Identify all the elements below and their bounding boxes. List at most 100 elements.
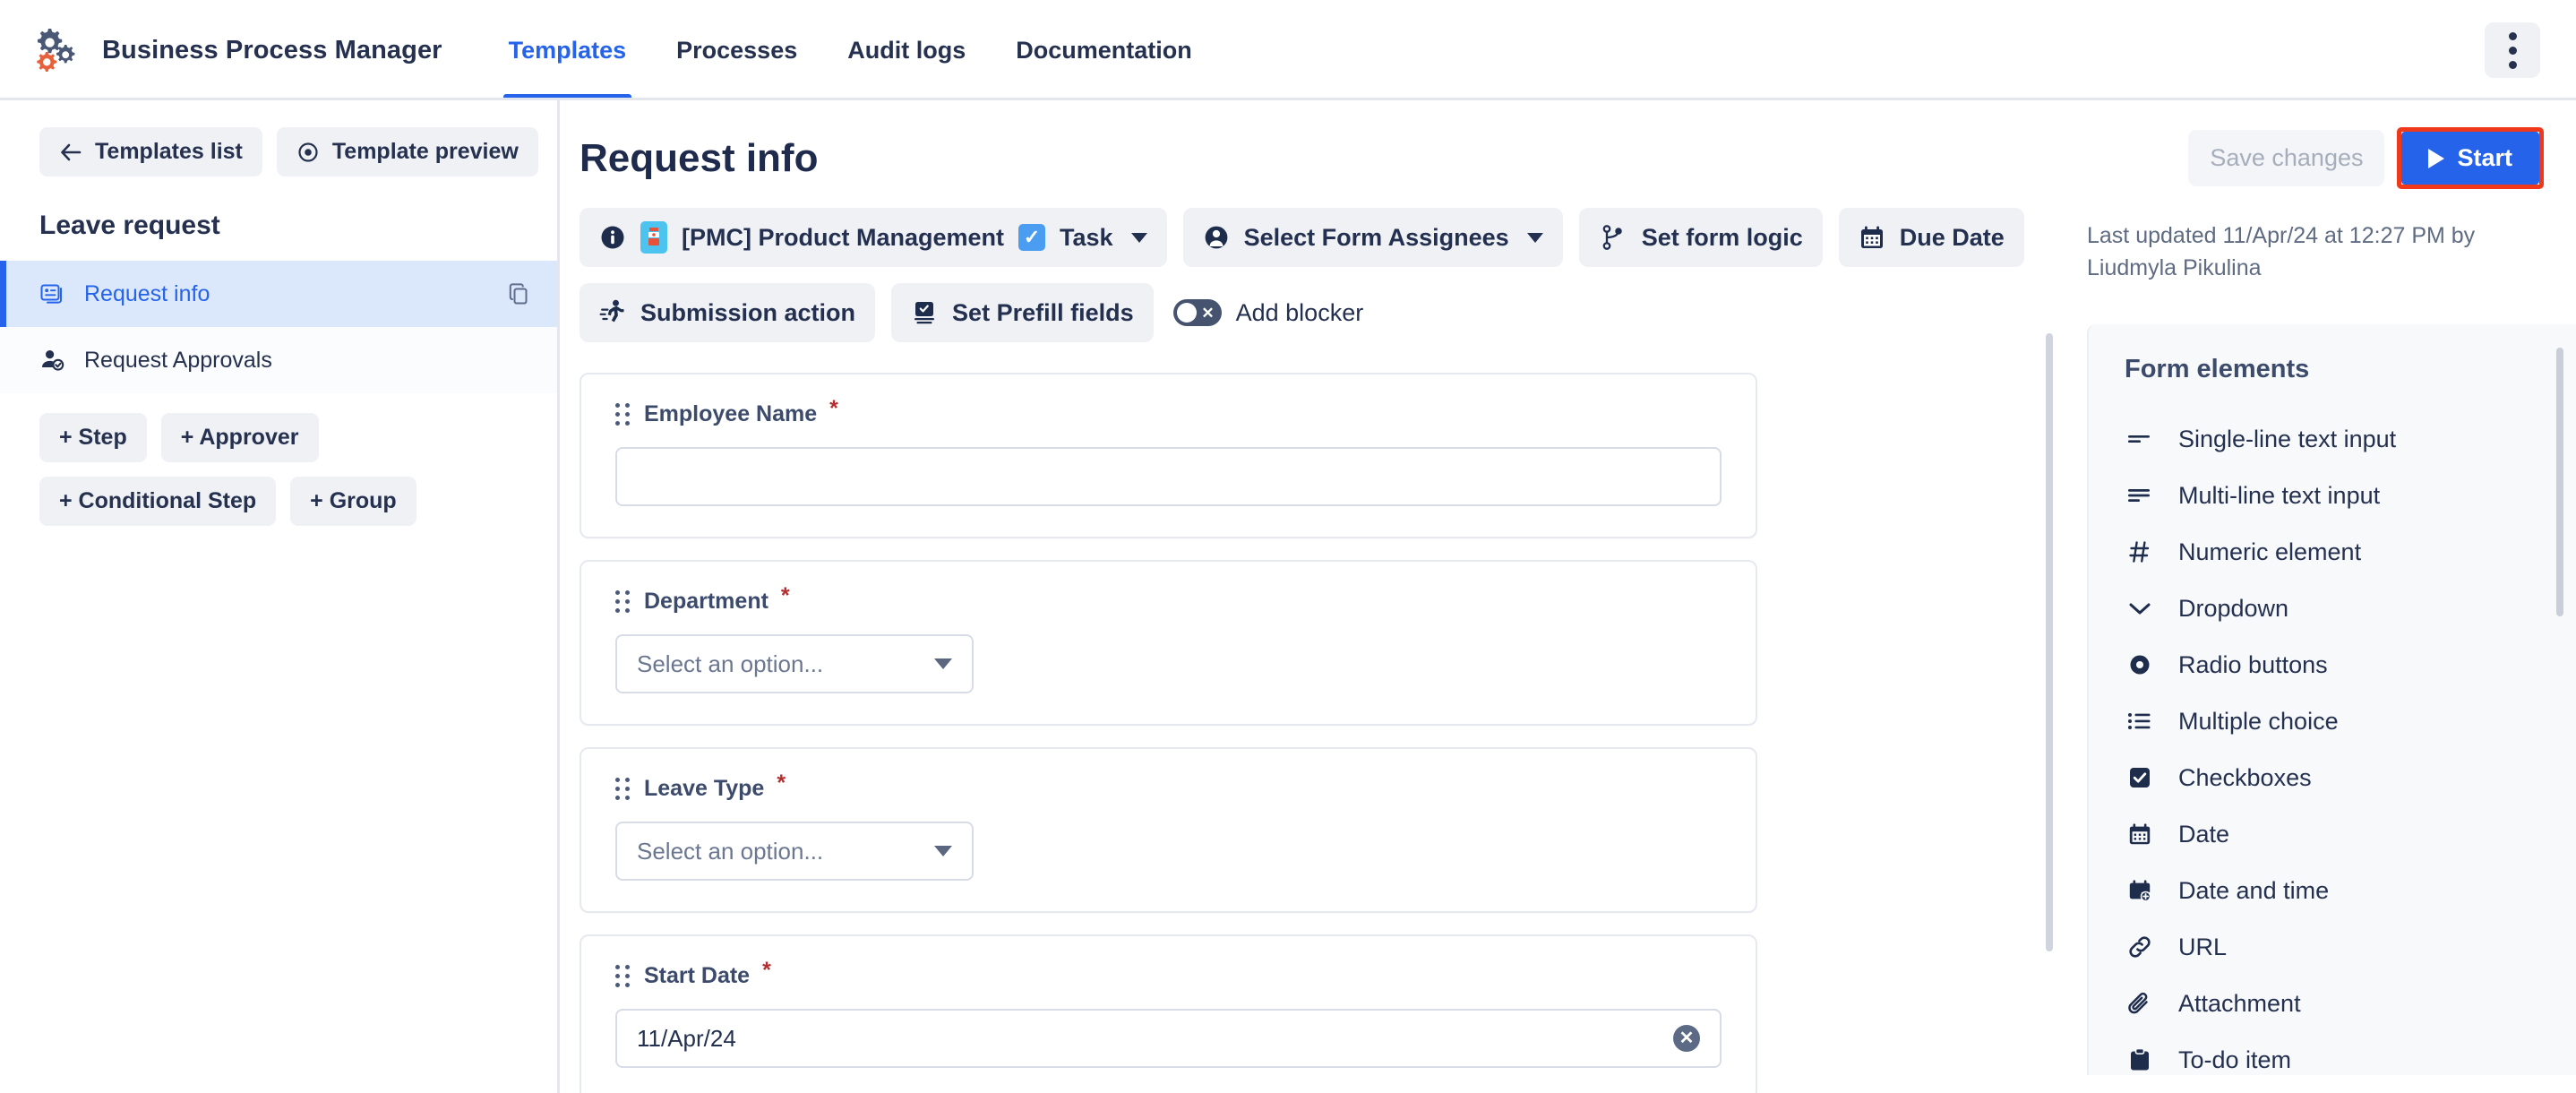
add-blocker-label: Add blocker: [1236, 299, 1364, 327]
start-date-input[interactable]: 11/Apr/24 ✕: [615, 1009, 1722, 1068]
toggle-knob: [1177, 303, 1197, 323]
form-logic-chip[interactable]: Set form logic: [1579, 208, 1823, 267]
templates-list-button[interactable]: Templates list: [39, 127, 262, 176]
form-element-to-do-item[interactable]: To-do item: [2125, 1032, 2576, 1089]
form-logic-label: Set form logic: [1642, 224, 1803, 252]
copy-icon[interactable]: [507, 281, 532, 306]
task-type-icon: ✓: [1018, 224, 1045, 251]
info-icon[interactable]: [599, 224, 626, 251]
hash-icon: [2125, 540, 2155, 564]
drag-handle-icon[interactable]: [615, 965, 630, 987]
form-assignees-label: Select Form Assignees: [1244, 224, 1509, 252]
field-label-row: Department*: [615, 589, 1722, 615]
add-group-button[interactable]: + Group: [290, 477, 416, 526]
play-icon: [2428, 149, 2444, 168]
chevron-down-icon: [934, 658, 952, 669]
field-label-row: Start Date*: [615, 963, 1722, 989]
add-step-button[interactable]: + Step: [39, 413, 147, 462]
required-asterisk: *: [781, 583, 790, 609]
form-element-single-line-text-input[interactable]: Single-line text input: [2125, 411, 2576, 468]
form-field-department: Department* Select an option...: [580, 560, 1757, 726]
field-label: Leave Type: [644, 776, 764, 802]
brand-title: Business Process Manager: [102, 36, 442, 65]
start-button[interactable]: Start: [2401, 132, 2539, 185]
form-field-leave-type: Leave Type* Select an option...: [580, 747, 1757, 913]
chevron-down-icon[interactable]: [1527, 233, 1543, 243]
form-elements-scrollbar[interactable]: [2556, 348, 2563, 616]
form-element-label: Numeric element: [2178, 538, 2361, 566]
runner-icon: [599, 298, 626, 327]
nav-item-audit-logs[interactable]: Audit logs: [822, 0, 991, 100]
nav-item-documentation[interactable]: Documentation: [991, 0, 1217, 100]
form-element-label: Date: [2178, 821, 2229, 848]
prefill-fields-label: Set Prefill fields: [952, 299, 1134, 327]
clear-icon[interactable]: ✕: [1673, 1025, 1700, 1052]
form-element-label: Multi-line text input: [2178, 482, 2380, 510]
form-field-employee-name: Employee Name*: [580, 373, 1757, 538]
main-scrollbar[interactable]: [2046, 333, 2053, 951]
field-label-row: Employee Name*: [615, 401, 1722, 427]
calendar-icon: [1859, 224, 1885, 251]
left-sidebar: Templates list Template preview Leave re…: [0, 100, 560, 1093]
form-element-multiple-choice[interactable]: Multiple choice: [2125, 693, 2576, 750]
sidebar-item-label: Request info: [84, 281, 489, 307]
sidebar-item-request-info[interactable]: Request info: [0, 261, 557, 327]
department-value: Select an option...: [637, 650, 823, 678]
field-label-row: Leave Type*: [615, 776, 1722, 802]
gears-icon: [32, 25, 82, 75]
project-name-label: [PMC] Product Management: [682, 224, 1004, 252]
drag-handle-icon[interactable]: [615, 778, 630, 800]
chevron-down-icon[interactable]: [1131, 233, 1147, 243]
add-approver-button[interactable]: + Approver: [161, 413, 319, 462]
template-preview-label: Template preview: [332, 139, 519, 165]
start-date-value: 11/Apr/24: [637, 1025, 736, 1053]
chevron-down-icon: [2125, 599, 2155, 617]
form-element-checkboxes[interactable]: Checkboxes: [2125, 750, 2576, 806]
add-conditional-step-button[interactable]: + Conditional Step: [39, 477, 276, 526]
add-buttons-row-1: + Step + Approver: [0, 393, 557, 462]
form-assignees-chip[interactable]: Select Form Assignees: [1183, 208, 1563, 267]
radio-icon: [2125, 653, 2155, 676]
toggle-off-icon[interactable]: ✕: [1173, 299, 1222, 326]
nav-item-processes[interactable]: Processes: [651, 0, 822, 100]
add-blocker-toggle-group[interactable]: ✕ Add blocker: [1170, 283, 1384, 342]
due-date-chip[interactable]: Due Date: [1839, 208, 2024, 267]
link-icon: [2125, 934, 2155, 960]
form-element-radio-buttons[interactable]: Radio buttons: [2125, 637, 2576, 693]
user-check-icon: [39, 347, 66, 374]
person-icon: [1203, 224, 1230, 251]
project-task-chip[interactable]: [PMC] Product Management ✓ Task: [580, 208, 1167, 267]
drag-handle-icon[interactable]: [615, 590, 630, 613]
employee-name-input[interactable]: [615, 447, 1722, 506]
sidebar-item-label: Request Approvals: [84, 348, 532, 374]
save-changes-button[interactable]: Save changes: [2188, 130, 2384, 186]
form-element-date[interactable]: Date: [2125, 806, 2576, 863]
form-element-dropdown[interactable]: Dropdown: [2125, 581, 2576, 637]
form-element-date-and-time[interactable]: Date and time: [2125, 863, 2576, 919]
prefill-fields-chip[interactable]: Set Prefill fields: [891, 283, 1154, 342]
form-element-label: Attachment: [2178, 990, 2301, 1018]
main-content: Request info: [560, 100, 2057, 1093]
template-preview-button[interactable]: Template preview: [277, 127, 538, 176]
kebab-menu-icon[interactable]: [2485, 22, 2540, 78]
sidebar-item-request-approvals[interactable]: Request Approvals: [0, 327, 557, 393]
checkbox-icon: [2125, 766, 2155, 789]
toggle-x-mark: ✕: [1201, 306, 1217, 321]
required-asterisk: *: [762, 958, 771, 984]
start-button-highlight: Start: [2397, 127, 2544, 189]
top-navigation-bar: Business Process Manager Templates Proce…: [0, 0, 2576, 100]
step-toolbar: [PMC] Product Management ✓ Task Select F…: [580, 208, 2057, 342]
right-action-buttons: Save changes Start: [2087, 127, 2544, 189]
form-element-multi-line-text-input[interactable]: Multi-line text input: [2125, 468, 2576, 524]
form-element-attachment[interactable]: Attachment: [2125, 976, 2576, 1032]
drag-handle-icon[interactable]: [615, 403, 630, 426]
leave-type-select[interactable]: Select an option...: [615, 822, 974, 881]
submission-action-chip[interactable]: Submission action: [580, 283, 875, 342]
project-avatar-icon: [640, 221, 667, 254]
nav-item-templates[interactable]: Templates: [484, 0, 652, 100]
department-select[interactable]: Select an option...: [615, 634, 974, 693]
form-element-url[interactable]: URL: [2125, 919, 2576, 976]
form-element-numeric[interactable]: Numeric element: [2125, 524, 2576, 581]
kebab-dot: [2509, 47, 2517, 55]
form-element-label: Single-line text input: [2178, 426, 2396, 453]
